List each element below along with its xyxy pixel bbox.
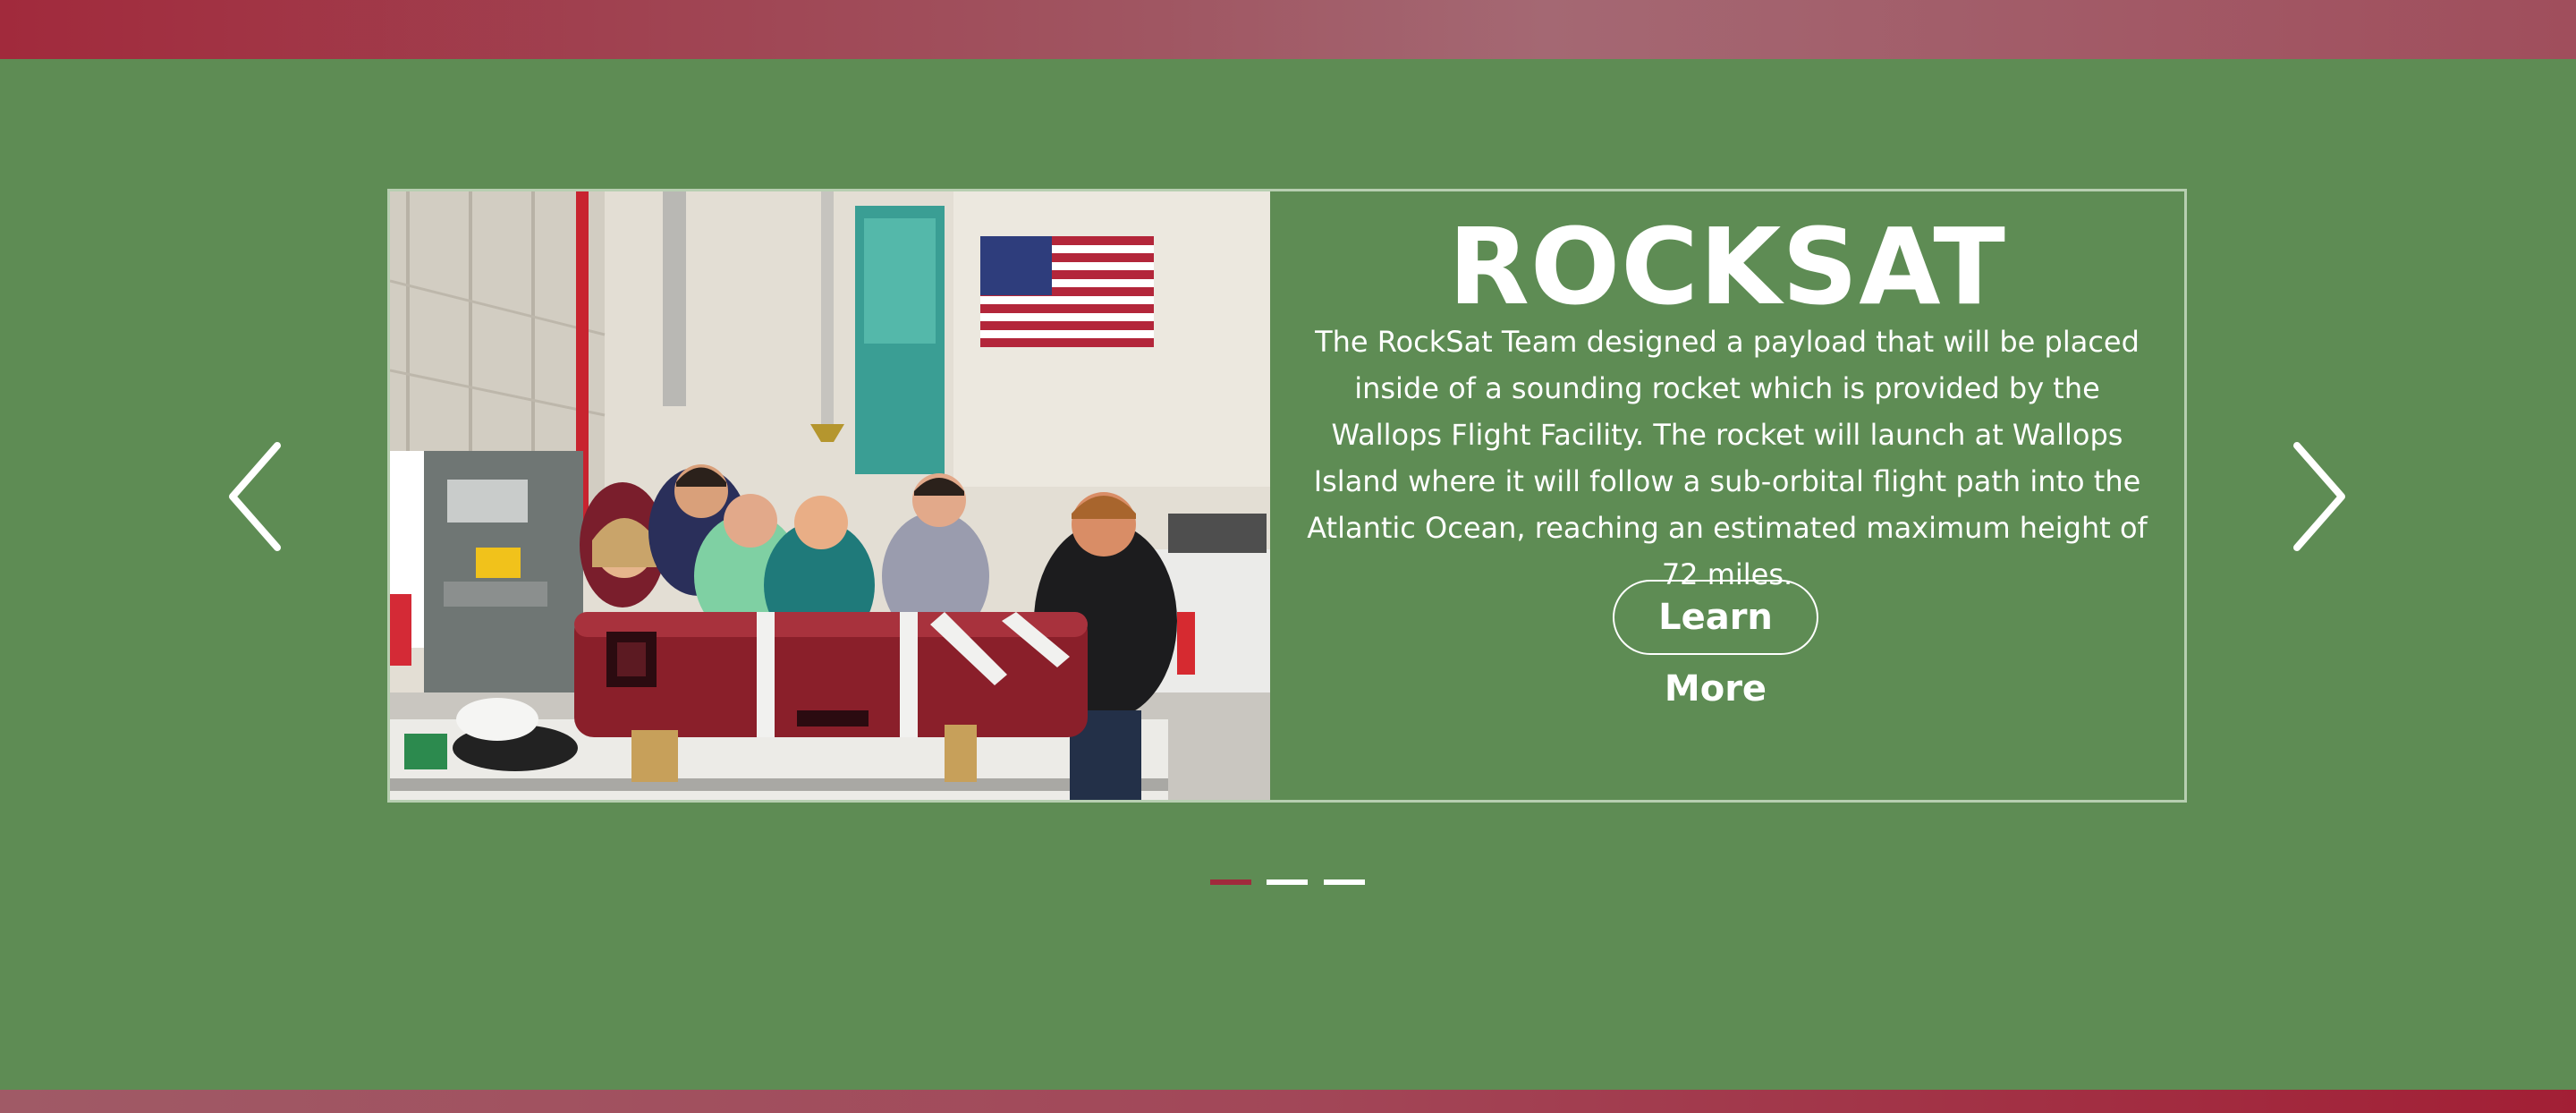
bottom-accent-bar: [0, 1090, 2576, 1113]
previous-slide-button[interactable]: [222, 438, 293, 555]
slide-indicator-1[interactable]: [1210, 879, 1251, 885]
learn-more-button[interactable]: Learn More: [1613, 580, 1818, 709]
slide-indicator-3[interactable]: [1324, 879, 1365, 885]
slide-title: ROCKSAT: [1448, 205, 2006, 328]
chevron-right-icon: [2293, 442, 2345, 551]
slide-description: The RockSat Team designed a payload that…: [1307, 325, 2148, 591]
slide-indicator-2[interactable]: [1267, 879, 1308, 885]
slide-content: ROCKSAT The RockSat Team designed a payl…: [1270, 191, 2184, 800]
top-accent-bar: [0, 0, 2576, 59]
carousel-indicators: [1210, 879, 1371, 887]
chevron-left-icon: [229, 442, 281, 551]
team-photo-illustration: [390, 191, 1270, 800]
next-slide-button[interactable]: [2281, 438, 2352, 555]
slide-image: [390, 191, 1270, 800]
